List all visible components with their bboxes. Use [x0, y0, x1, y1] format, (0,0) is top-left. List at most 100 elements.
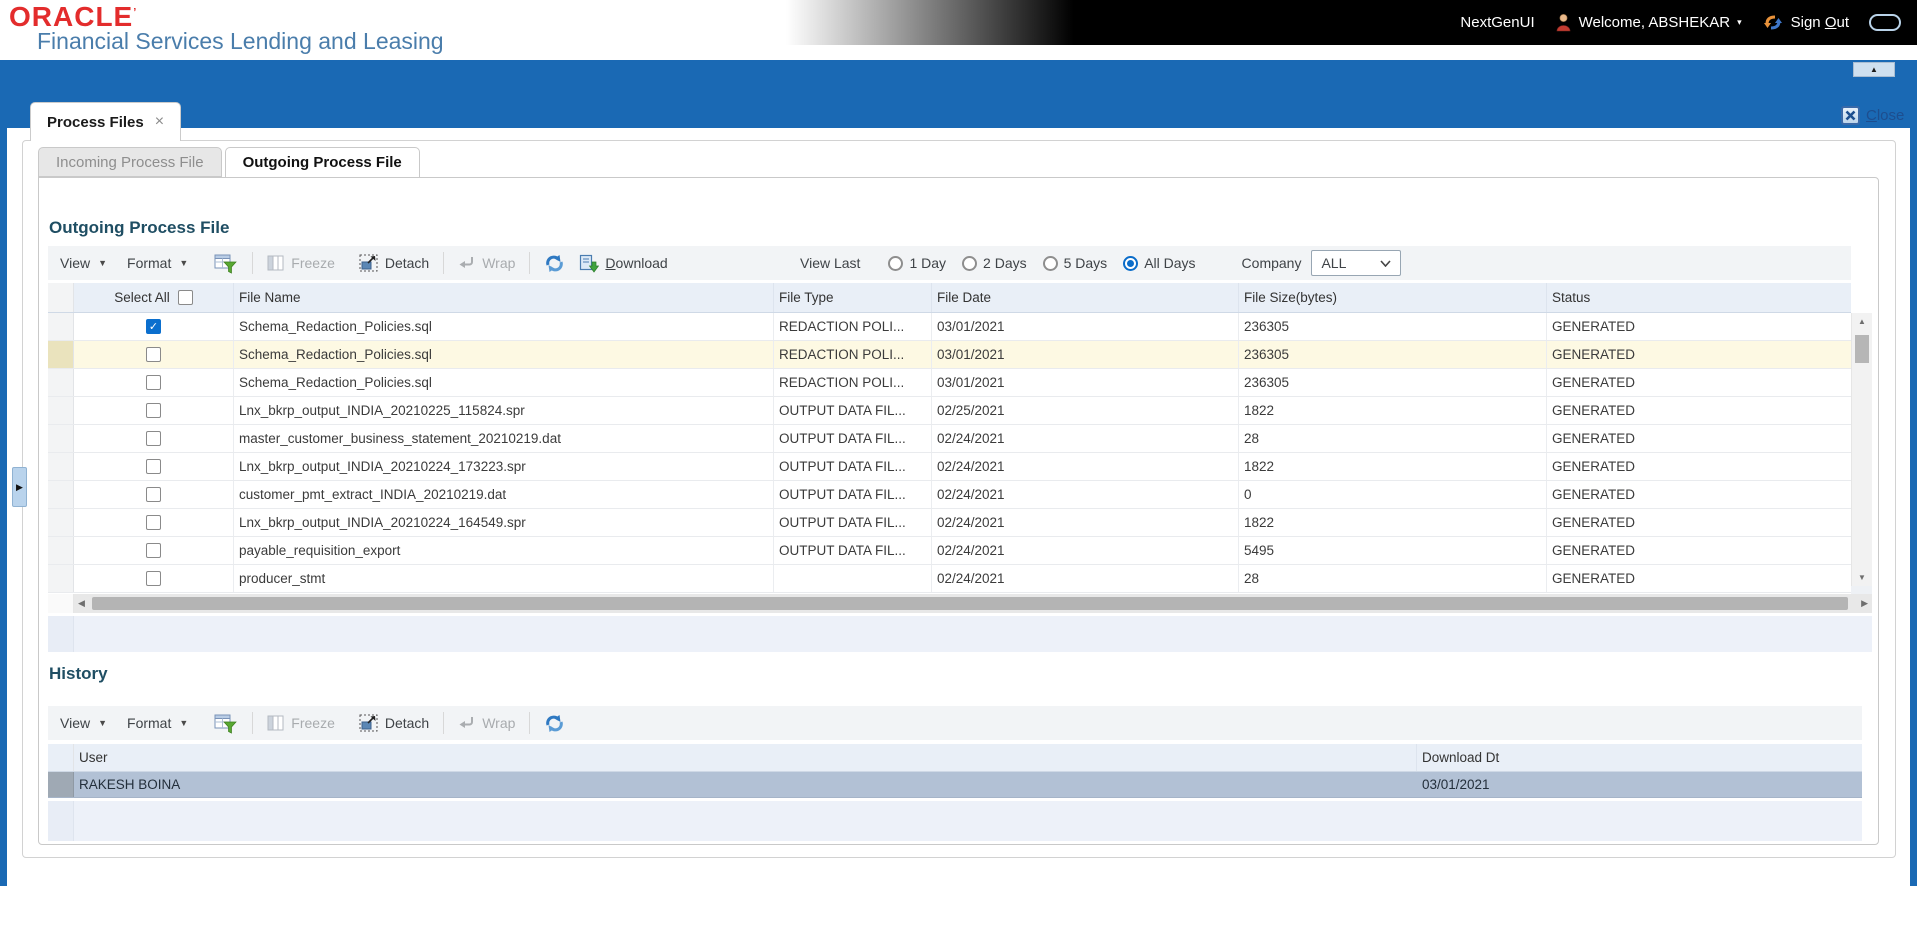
format-menu[interactable]: Format ▼ [127, 715, 188, 731]
table-row[interactable]: Lnx_bkrp_output_INDIA_20210224_173223.sp… [48, 453, 1851, 481]
detach-button[interactable]: Detach [359, 254, 429, 272]
col-file-size[interactable]: File Size(bytes) [1239, 283, 1547, 312]
radio-all-days[interactable]: All Days [1123, 255, 1196, 271]
file-size-cell: 28 [1239, 425, 1547, 452]
file-date-cell: 02/25/2021 [932, 397, 1239, 424]
row-checkbox[interactable] [146, 543, 161, 558]
col-file-type[interactable]: File Type [774, 283, 932, 312]
close-button[interactable]: Close [1841, 106, 1904, 125]
checkbox-cell [74, 341, 234, 368]
toolbar-separator [529, 712, 531, 734]
col-status[interactable]: Status [1547, 283, 1850, 312]
user-icon [1556, 14, 1570, 32]
file-size-cell: 1822 [1239, 397, 1547, 424]
scroll-up-icon[interactable]: ▲ [1852, 317, 1872, 326]
query-by-example-button[interactable] [214, 253, 238, 274]
wrap-button[interactable]: Wrap [458, 715, 515, 731]
radio-icon[interactable] [1123, 255, 1139, 271]
col-user[interactable]: User [74, 744, 1417, 771]
file-size-cell: 1822 [1239, 509, 1547, 536]
file-date-cell: 02/24/2021 [932, 537, 1239, 564]
subtab-incoming-process-file[interactable]: Incoming Process File [38, 147, 222, 177]
row-selector [48, 537, 74, 564]
history-table-header: User Download Dt [48, 744, 1862, 772]
wrap-button[interactable]: Wrap [458, 255, 515, 271]
radio-1-day[interactable]: 1 Day [888, 255, 946, 271]
col-download-dt[interactable]: Download Dt [1417, 744, 1862, 771]
col-file-name[interactable]: File Name [234, 283, 774, 312]
tab-process-files[interactable]: Process Files × [30, 102, 182, 141]
welcome-menu[interactable]: Welcome, ABSHEKAR ▾ [1555, 13, 1742, 32]
row-checkbox[interactable] [146, 487, 161, 502]
table-row[interactable]: Schema_Redaction_Policies.sql REDACTION P… [48, 369, 1851, 397]
row-checkbox[interactable] [146, 403, 161, 418]
horizontal-scroll-thumb[interactable] [92, 597, 1848, 610]
status-cell: GENERATED [1552, 515, 1636, 530]
outgoing-table-header: Select All File Name File Type File Date… [48, 283, 1851, 313]
freeze-button[interactable]: Freeze [267, 255, 335, 272]
vertical-scroll-thumb[interactable] [1855, 335, 1869, 363]
view-menu[interactable]: View ▼ [60, 715, 107, 731]
row-checkbox[interactable]: ✓ [146, 319, 161, 334]
col-file-date[interactable]: File Date [932, 283, 1239, 312]
tab-close-icon[interactable]: × [155, 114, 164, 130]
refresh-icon [546, 714, 564, 732]
radio-2-days[interactable]: 2 Days [962, 255, 1027, 271]
file-date-cell: 02/24/2021 [932, 425, 1239, 452]
radio-5-days[interactable]: 5 Days [1042, 255, 1107, 271]
sign-out-button[interactable]: Sign Out [1762, 14, 1849, 32]
file-size-cell: 236305 [1239, 369, 1547, 396]
sidebar-expand-handle[interactable]: ▶ [12, 467, 27, 507]
radio-icon[interactable] [888, 255, 904, 271]
scroll-left-icon[interactable]: ◀ [78, 594, 85, 613]
chevron-down-icon: ▾ [1737, 17, 1742, 27]
table-row[interactable]: producer_stmt 02/24/2021 28 GENERATED [48, 565, 1851, 593]
row-checkbox[interactable] [146, 459, 161, 474]
refresh-button[interactable] [544, 714, 565, 733]
radio-label: All Days [1144, 255, 1196, 271]
row-selector [48, 313, 74, 340]
vertical-scrollbar[interactable]: ▲ ▼ [1851, 313, 1872, 586]
freeze-button[interactable]: Freeze [267, 715, 335, 732]
subtab-bar: Incoming Process File Outgoing Process F… [38, 147, 420, 178]
horizontal-scrollbar[interactable]: ◀ ▶ [48, 594, 1872, 613]
status-cell: GENERATED [1552, 319, 1636, 334]
table-row[interactable]: Lnx_bkrp_output_INDIA_20210225_115824.sp… [48, 397, 1851, 425]
table-row[interactable]: customer_pmt_extract_INDIA_20210219.dat O… [48, 481, 1851, 509]
view-last-label: View Last [800, 255, 861, 271]
row-selector-header [48, 283, 74, 312]
company-label: Company [1241, 255, 1302, 271]
detach-button[interactable]: Detach [359, 714, 429, 732]
format-menu[interactable]: Format ▼ [127, 255, 188, 271]
table-row[interactable]: Lnx_bkrp_output_INDIA_20210224_164549.sp… [48, 509, 1851, 537]
radio-icon[interactable] [962, 255, 978, 271]
scroll-down-icon[interactable]: ▼ [1852, 573, 1872, 582]
row-selector [48, 341, 74, 368]
company-select[interactable]: ALL [1311, 250, 1402, 276]
view-menu[interactable]: View ▼ [60, 255, 107, 271]
table-row[interactable]: master_customer_business_statement_20210… [48, 425, 1851, 453]
radio-icon[interactable] [1042, 255, 1058, 271]
nextgen-link[interactable]: NextGenUI [1460, 14, 1534, 31]
row-checkbox[interactable] [146, 515, 161, 530]
sign-out-icon [1763, 15, 1782, 29]
scroll-right-icon[interactable]: ▶ [1861, 594, 1868, 613]
table-row[interactable]: payable_requisition_export OUTPUT DATA FI… [48, 537, 1851, 565]
row-checkbox[interactable] [146, 571, 161, 586]
wrap-icon [459, 717, 474, 728]
outgoing-toolbar: View ▼ Format ▼ Freeze Detach Wrap Downl… [48, 246, 1851, 280]
table-row[interactable]: ✓ Schema_Redaction_Policies.sql REDACTION … [48, 313, 1851, 341]
subtab-outgoing-process-file[interactable]: Outgoing Process File [224, 147, 420, 178]
row-checkbox[interactable] [146, 431, 161, 446]
chevron-down-icon: ▼ [179, 258, 189, 268]
query-by-example-button[interactable] [214, 713, 238, 734]
collapse-panel-button[interactable]: ▲ [1853, 62, 1895, 77]
file-name-cell: Schema_Redaction_Policies.sql [234, 313, 774, 340]
download-button[interactable]: Download [579, 254, 668, 273]
row-checkbox[interactable] [146, 375, 161, 390]
select-all-checkbox[interactable] [177, 290, 193, 305]
refresh-button[interactable] [544, 254, 565, 273]
row-checkbox[interactable] [146, 347, 161, 362]
table-row[interactable]: Schema_Redaction_Policies.sql REDACTION P… [48, 341, 1851, 369]
history-row[interactable]: RAKESH BOINA 03/01/2021 [48, 772, 1862, 798]
